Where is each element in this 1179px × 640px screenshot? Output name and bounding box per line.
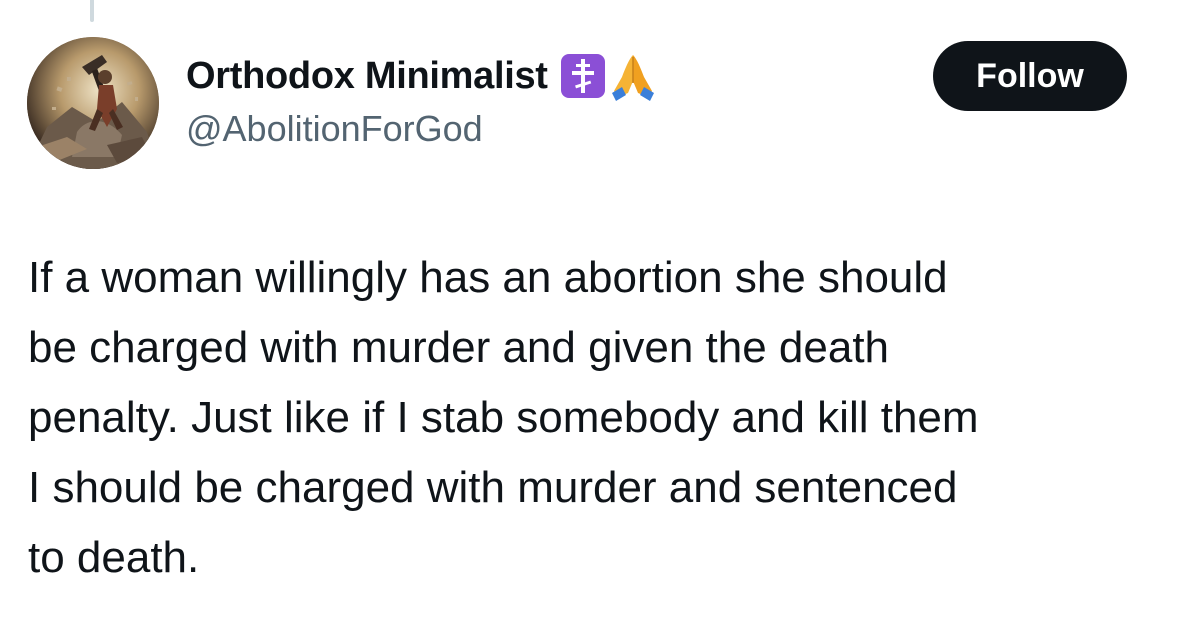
avatar-artwork [27,37,159,169]
follow-button[interactable]: Follow [933,41,1127,111]
author-handle[interactable]: @AbolitionForGod [186,108,483,150]
tweet-text: If a woman willingly has an abortion she… [28,253,979,582]
author-display-name[interactable]: Orthodox Minimalist [186,55,548,98]
folded-hands-icon [610,51,656,101]
orthodox-cross-icon [560,53,606,99]
author-name-row[interactable]: Orthodox Minimalist [186,50,656,102]
thread-connector-line [90,0,94,22]
avatar[interactable] [27,37,159,169]
